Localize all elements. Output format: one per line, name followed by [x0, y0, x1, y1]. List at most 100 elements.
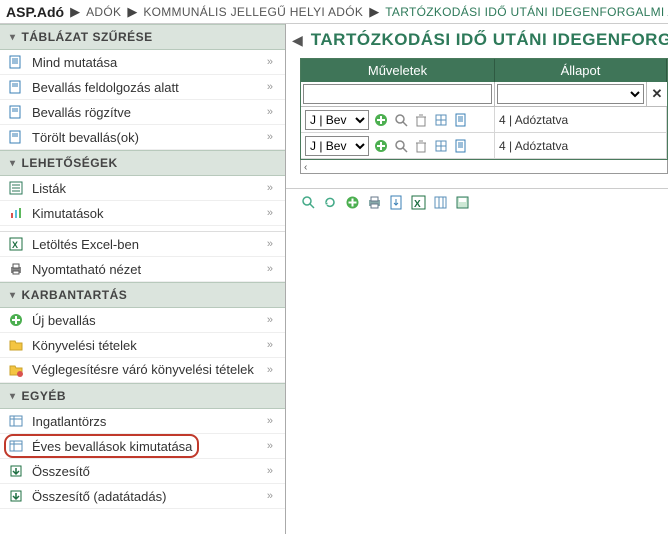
- print-icon: [8, 261, 24, 277]
- submenu-arrow-icon: »: [267, 440, 277, 452]
- save-layout-icon[interactable]: [454, 194, 470, 210]
- svg-text:X: X: [414, 199, 421, 210]
- document-icon: [8, 79, 24, 95]
- breadcrumb-item-3[interactable]: TARTÓZKODÁSI IDŐ UTÁNI IDEGENFORGALMI AD…: [385, 5, 668, 19]
- sidebar-item-label: Letöltés Excel-ben: [32, 237, 267, 252]
- chevron-down-icon: ▾: [10, 158, 16, 169]
- page-title: TARTÓZKODÁSI IDŐ UTÁNI IDEGENFORGALMI: [311, 30, 668, 50]
- list-icon: [8, 180, 24, 196]
- add-icon[interactable]: [344, 194, 360, 210]
- add-icon[interactable]: [373, 138, 389, 154]
- add-icon[interactable]: [373, 112, 389, 128]
- sidebar-item-pending-booking[interactable]: Véglegesítésre váró könyvelési tételek »: [0, 358, 285, 383]
- submenu-arrow-icon: »: [267, 182, 277, 194]
- sidebar-item-label: Nyomtatható nézet: [32, 262, 267, 277]
- submenu-arrow-icon: »: [267, 490, 277, 502]
- sidebar-item-label: Összesítő: [32, 464, 267, 479]
- submenu-arrow-icon: »: [267, 415, 277, 427]
- export-icon: [8, 488, 24, 504]
- section-header-options[interactable]: ▾ LEHETŐSÉGEK: [0, 150, 285, 176]
- chevron-right-icon: ▶: [127, 4, 137, 20]
- sidebar-item-lists[interactable]: Listák »: [0, 176, 285, 201]
- collapse-sidebar-icon[interactable]: ◀: [290, 32, 305, 49]
- grid-toolbar: X: [286, 188, 668, 215]
- delete-icon[interactable]: [413, 112, 429, 128]
- sidebar-item-show-all[interactable]: Mind mutatása »: [0, 50, 285, 75]
- grid-scroll-area[interactable]: ‹: [300, 160, 668, 174]
- export-icon: [8, 463, 24, 479]
- sidebar-item-recorded[interactable]: Bevallás rögzítve »: [0, 100, 285, 125]
- submenu-arrow-icon: »: [267, 339, 277, 351]
- filter-state-select[interactable]: [497, 84, 644, 104]
- sidebar-item-label: Összesítő (adatátadás): [32, 489, 267, 504]
- grid-filter-row: ✕: [301, 82, 667, 107]
- search-icon[interactable]: [393, 112, 409, 128]
- chart-icon: [8, 205, 24, 221]
- sidebar-item-label: Véglegesítésre váró könyvelési tételek: [32, 362, 267, 378]
- main-panel: ◀ TARTÓZKODÁSI IDŐ UTÁNI IDEGENFORGALMI …: [286, 24, 668, 534]
- section-header-other[interactable]: ▾ EGYÉB: [0, 383, 285, 409]
- column-header-state[interactable]: Állapot: [495, 59, 667, 82]
- grid-icon[interactable]: [433, 112, 449, 128]
- document-export-icon[interactable]: [388, 194, 404, 210]
- submenu-arrow-icon: »: [267, 56, 277, 68]
- submenu-arrow-icon: »: [267, 106, 277, 118]
- search-icon[interactable]: [393, 138, 409, 154]
- table-row: J | Bev 4 | Adóztatva: [301, 107, 667, 133]
- document-icon: [8, 54, 24, 70]
- chevron-down-icon: ▾: [10, 391, 16, 402]
- cell-ops: J | Bev: [301, 133, 495, 159]
- sidebar-item-processing[interactable]: Bevallás feldolgozás alatt »: [0, 75, 285, 100]
- scroll-left-icon[interactable]: ‹: [304, 162, 307, 173]
- sidebar-item-print-view[interactable]: Nyomtatható nézet »: [0, 257, 285, 282]
- excel-export-icon[interactable]: X: [410, 194, 426, 210]
- breadcrumb-root[interactable]: ASP.Adó: [6, 4, 64, 20]
- section-title: KARBANTARTÁS: [22, 288, 128, 302]
- delete-icon[interactable]: [413, 138, 429, 154]
- document-icon[interactable]: [453, 138, 469, 154]
- chevron-right-icon: ▶: [369, 4, 379, 20]
- print-icon[interactable]: [366, 194, 382, 210]
- sidebar-item-annual-returns[interactable]: Éves bevallások kimutatása »: [0, 434, 285, 459]
- sidebar-item-label: Bevallás feldolgozás alatt: [32, 80, 267, 95]
- sidebar-item-property-master[interactable]: Ingatlantörzs »: [0, 409, 285, 434]
- filter-ops-input[interactable]: [303, 84, 492, 104]
- cell-state: 4 | Adóztatva: [495, 107, 667, 133]
- zoom-icon[interactable]: [300, 194, 316, 210]
- sidebar-item-booking-items[interactable]: Könyvelési tételek »: [0, 333, 285, 358]
- data-grid: Műveletek Állapot ✕ J | Bev: [300, 58, 668, 160]
- sidebar-item-label: Könyvelési tételek: [32, 338, 267, 353]
- sidebar-item-label: Bevallás rögzítve: [32, 105, 267, 120]
- clear-filter-button[interactable]: ✕: [649, 86, 665, 102]
- column-header-ops[interactable]: Műveletek: [301, 59, 495, 82]
- sidebar-item-summary[interactable]: Összesítő »: [0, 459, 285, 484]
- table-row: J | Bev 4 | Adóztatva: [301, 133, 667, 159]
- sidebar-item-summary-transfer[interactable]: Összesítő (adatátadás) »: [0, 484, 285, 509]
- breadcrumb-item-2[interactable]: KOMMUNÁLIS JELLEGŰ HELYI ADÓK: [143, 5, 363, 19]
- sidebar-item-reports[interactable]: Kimutatások »: [0, 201, 285, 226]
- folder-icon: [8, 337, 24, 353]
- sidebar-item-label: Kimutatások: [32, 206, 267, 221]
- sidebar-item-deleted[interactable]: Törölt bevallás(ok) »: [0, 125, 285, 150]
- section-header-maint[interactable]: ▾ KARBANTARTÁS: [0, 282, 285, 308]
- breadcrumb: ASP.Adó ▶ ADÓK ▶ KOMMUNÁLIS JELLEGŰ HELY…: [0, 0, 668, 24]
- row-action-select[interactable]: J | Bev: [305, 136, 369, 156]
- grid-header: Műveletek Állapot: [301, 59, 667, 82]
- sidebar-item-excel-download[interactable]: X Letöltés Excel-ben »: [0, 232, 285, 257]
- columns-icon[interactable]: [432, 194, 448, 210]
- sidebar-item-new-return[interactable]: Új bevallás »: [0, 308, 285, 333]
- refresh-icon[interactable]: [322, 194, 338, 210]
- chevron-right-icon: ▶: [70, 4, 80, 20]
- section-header-filter[interactable]: ▾ TÁBLÁZAT SZŰRÉSE: [0, 24, 285, 50]
- table-icon: [8, 438, 24, 454]
- document-icon[interactable]: [453, 112, 469, 128]
- sidebar-item-label: Törölt bevallás(ok): [32, 130, 267, 145]
- cell-state: 4 | Adóztatva: [495, 133, 667, 159]
- row-action-select[interactable]: J | Bev: [305, 110, 369, 130]
- submenu-arrow-icon: »: [267, 131, 277, 143]
- chevron-down-icon: ▾: [10, 32, 16, 43]
- breadcrumb-item-1[interactable]: ADÓK: [86, 5, 121, 19]
- grid-icon[interactable]: [433, 138, 449, 154]
- submenu-arrow-icon: »: [267, 238, 277, 250]
- svg-text:X: X: [12, 240, 18, 250]
